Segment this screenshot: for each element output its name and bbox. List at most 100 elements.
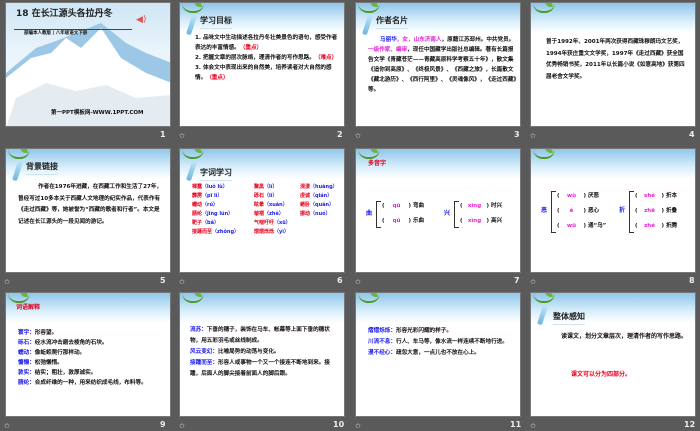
animation-star-icon[interactable]: ✩ [530, 278, 536, 286]
vocab-item: 蠕动（rú） [192, 201, 254, 208]
vocab-pinyin: （xū） [274, 220, 291, 226]
vocab-grid: 裸露（luǒ lù） 黧黑（lí） 滉漾（huàng） 霹雳（pī lì） 砾石（lì）… [192, 183, 342, 235]
vocab-pinyin: （rú） [202, 202, 219, 208]
vocab-word: 靶子 [192, 220, 203, 226]
pinyin: xìng [467, 218, 482, 224]
slide-number: 4 [689, 130, 695, 139]
term: 寰宇： [18, 330, 35, 336]
word: 通“乌” [587, 223, 607, 229]
vocab-item: 靶子（bǎ） [192, 219, 254, 226]
slide-number: 7 [514, 276, 520, 285]
task-text: 读课文，划分文章层次，理清作者的写作思路。 [561, 333, 688, 340]
word: 时兴 [490, 203, 502, 209]
slide-number: 12 [684, 420, 696, 429]
vocab-word: 砾石 [254, 193, 265, 199]
vocab-word: 接踵而至 [192, 229, 213, 235]
definition-item: 风云变幻：比喻局势的动荡与变化。 [190, 347, 338, 358]
slide-number: 9 [160, 420, 166, 429]
definition-item: 慵懒：松弛懒惰。 [18, 358, 170, 368]
definition-item: 腈纶：合成纤维的一种，用来纺织成毛线，布料等。 [18, 378, 170, 388]
slide-number: 6 [337, 276, 343, 285]
polyphone-reading: (xìng) 高兴 [460, 218, 502, 224]
vocab-item: 蜷卧（quán） [300, 201, 342, 208]
brace-bracket [376, 201, 381, 228]
vocab-item: 砾石（lì） [254, 192, 300, 199]
animation-star-icon[interactable]: ✩ [179, 422, 185, 430]
vocab-item: 熠熠烁烁（yì） [254, 228, 300, 235]
pinyin: shé [644, 193, 655, 199]
polyphone-reading: (wū) 通“乌” [557, 223, 607, 229]
animation-star-icon[interactable]: ✩ [4, 422, 10, 430]
word: 折叠 [665, 208, 677, 214]
definition-item: 蠕动：像蚯蚓爬行那样动。 [18, 348, 170, 358]
vocab-item: 挪动（nuó） [300, 210, 342, 217]
pinyin: ě [569, 208, 574, 214]
polyphone-reading: (ě) 恶心 [557, 208, 599, 214]
speaker-icon[interactable]: ◀) [136, 15, 146, 25]
vocab-item [300, 219, 342, 226]
animation-star-icon[interactable]: ✩ [355, 278, 361, 286]
goals-list: 1. 品味文中生动描述各拉丹冬壮美景色的语句，感受作者表达的丰富情感。（重点） … [195, 33, 340, 83]
meaning: 下垂的穗子，装饰在马车、帐幕等上面下垂的穗状物，用五彩羽毛或丝线制成。 [190, 327, 330, 344]
slide-thumbnail-5[interactable]: 背景链接 作者在1976年进藏，在西藏工作和生活了27年，曾经写过10多本关于西… [5, 148, 171, 273]
animation-star-icon[interactable]: ✩ [179, 278, 185, 286]
meaning: 行人、车马等，像水流一样连续不断地行进。 [395, 339, 508, 345]
polyphone-reading: (zhé) 折腾 [635, 223, 677, 229]
slide-title: 学习目标 [200, 15, 232, 29]
term: 敦实： [18, 370, 35, 376]
polyphone-reading: (xīng) 时兴 [460, 203, 502, 209]
term: 流苏： [190, 327, 207, 333]
animation-star-icon[interactable]: ✩ [530, 422, 536, 430]
slide-thumbnail-10[interactable]: 流苏：下垂的穗子，装饰在马车、帐幕等上面下垂的穗状物，用五彩羽毛或丝线制成。 风云… [179, 292, 345, 417]
vocab-item: 裸露（luǒ lù） [192, 183, 254, 190]
slide-thumbnail-6[interactable]: 字词学习 裸露（luǒ lù） 黧黑（lí） 滉漾（huàng） 霹雳（pī lì）砾… [179, 148, 345, 273]
polyphone-char: 折 [619, 207, 626, 214]
vocab-word: 霹雳 [192, 193, 203, 199]
slide-thumbnail-11[interactable]: 熠熠烁烁：形容光彩闪耀的样子。 川流不息：行人、车马等，像水流一样连续不断地行进。… [355, 292, 521, 417]
pinyin: qǔ [392, 218, 401, 224]
slide-thumbnail-3[interactable]: 作者名片 马丽华，女，山东济南人，原籍江苏邳州。中共党员。一级作家、编审，现任中… [355, 2, 521, 127]
meaning: 形容光彩闪耀的样子。 [395, 328, 452, 334]
slide-thumbnail-7[interactable]: 多音字 曲 (qū) 弯曲 (qǔ) 乐曲 兴 (xīng) 时兴 (xìng) 高兴 [355, 148, 521, 273]
animation-star-icon[interactable]: ✩ [355, 132, 361, 140]
meaning: 疏忽大意，一点儿也不放在心上。 [395, 350, 480, 356]
definition-item: 熠熠烁烁：形容光彩闪耀的样子。 [368, 326, 516, 337]
pinyin: zhē [644, 208, 655, 214]
animation-star-icon[interactable]: ✩ [4, 278, 10, 286]
vocab-item: 眩晕（xuàn） [254, 201, 300, 208]
animation-star-icon[interactable]: ✩ [179, 132, 185, 140]
slide-thumbnail-12[interactable]: 整体感知 读课文，划分文章层次，理清作者的写作思路。 课文可以分为四部分。 [530, 292, 696, 417]
definitions-list: 流苏：下垂的穗子，装饰在马车、帐幕等上面下垂的穗状物，用五彩羽毛或丝线制成。 风云… [190, 325, 338, 380]
meaning: 结实；粗壮，敦厚诚实。 [34, 370, 97, 376]
slide-title: 整体感知 [553, 311, 585, 325]
slide-thumbnail-1[interactable]: 18 在长江源头各拉丹冬 ◀) 部编本人教版 | 八年级语文下册 第一PPT模板… [5, 2, 171, 127]
vocab-word: 裸露 [192, 184, 203, 190]
word: 乐曲 [412, 218, 424, 224]
slide-thumbnail-4[interactable]: 曾于1992年、2001年两次获得西藏珠穆朗玛文艺奖，1994年获庄重文文学奖，… [530, 2, 696, 127]
term: 腈纶： [18, 380, 35, 386]
animation-star-icon[interactable]: ✩ [355, 422, 361, 430]
definition-item: 流苏：下垂的穗子，装饰在马车、帐幕等上面下垂的穗状物，用五彩羽毛或丝线制成。 [190, 325, 338, 347]
definitions-list: 寰宇：形容望。 砾石：经水流冲击磨去棱角的石块。 蠕动：像蚯蚓爬行那样动。 慵懒：松弛… [18, 328, 170, 388]
polyphone-reading: (qǔ) 乐曲 [382, 218, 424, 224]
animation-star-icon[interactable]: ✩ [530, 132, 536, 140]
slide-thumbnail-9[interactable]: 词语解释 寰宇：形容望。 砾石：经水流冲击磨去棱角的石块。 蠕动：像蚯蚓爬行那样动。… [5, 292, 171, 417]
word: 折腾 [665, 223, 677, 229]
vocab-item: 腈纶（jīng lún） [192, 210, 254, 217]
vocab-item [300, 228, 342, 235]
slide-thumbnail-2[interactable]: 学习目标 1. 品味文中生动描述各拉丹冬壮美景色的语句，感受作者表达的丰富情感。… [179, 2, 345, 127]
definitions-list: 熠熠烁烁：形容光彩闪耀的样子。 川流不息：行人、车马等，像水流一样连续不断地行进。… [368, 326, 516, 359]
slide-thumbnail-8[interactable]: 恶 (wù) 厌恶 (ě) 恶心 (wū) 通“乌” 折 (shé) 折本 (zhē) 折叠… [530, 148, 696, 273]
pinyin: wū [567, 223, 577, 229]
polyphone-char: 兴 [444, 209, 451, 217]
vocab-pinyin: （zhě） [264, 211, 284, 217]
vocab-pinyin: （lí） [264, 184, 278, 190]
vocab-word: 气喘吁吁 [254, 220, 275, 226]
term: 熠熠烁烁： [368, 328, 396, 334]
meaning: 合成纤维的一种，用来纺织成毛线，布料等。 [34, 380, 147, 386]
vocab-pinyin: （huàng） [310, 184, 338, 190]
vocab-pinyin: （yì） [274, 229, 289, 235]
vocab-item: 虔诚（qián） [300, 192, 342, 199]
background-text: 作者在1976年进藏，在西藏工作和生活了27年，曾经写过10多本关于西藏人文地理… [18, 184, 163, 225]
slide-number: 8 [689, 276, 695, 285]
